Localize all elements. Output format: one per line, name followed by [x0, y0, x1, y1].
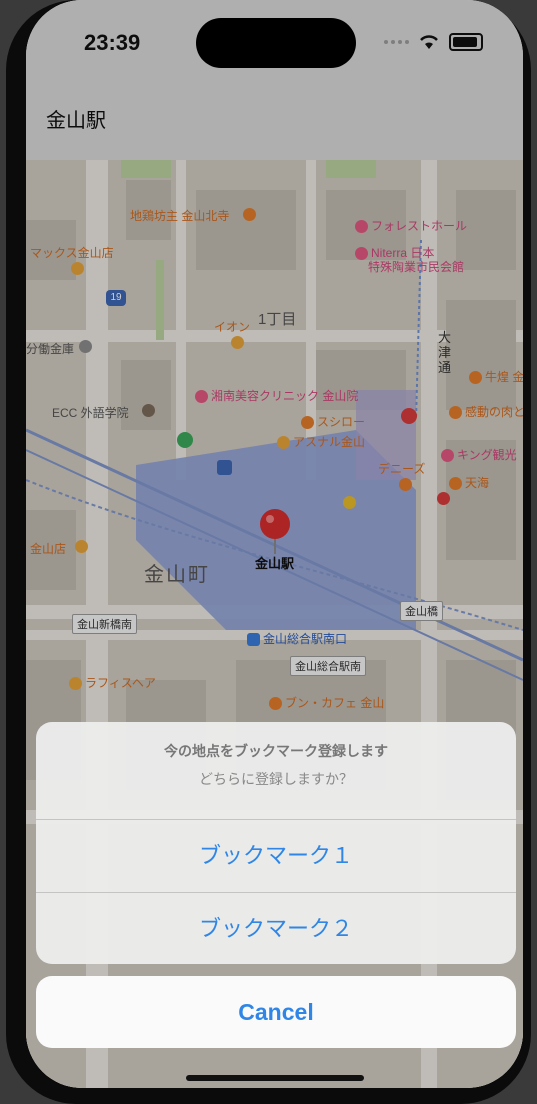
home-indicator[interactable]	[186, 1075, 364, 1081]
bookmark-2-button[interactable]: ブックマーク２	[36, 893, 516, 964]
cancel-button[interactable]: Cancel	[36, 976, 516, 1048]
screen: 地鶏坊主 金山北寺 フォレストホール Niterra 日本 特殊陶業市民会館 マ…	[26, 0, 523, 1088]
bookmark-1-button[interactable]: ブックマーク１	[36, 820, 516, 893]
action-sheet-header: 今の地点をブックマーク登録します どちらに登録しますか？	[36, 722, 516, 820]
phone-frame: 地鶏坊主 金山北寺 フォレストホール Niterra 日本 特殊陶業市民会館 マ…	[6, 0, 531, 1104]
action-sheet: 今の地点をブックマーク登録します どちらに登録しますか？ ブックマーク１ ブック…	[36, 722, 516, 964]
action-sheet-title: 今の地点をブックマーク登録します	[164, 743, 388, 759]
action-sheet-message: どちらに登録しますか？	[199, 771, 353, 787]
